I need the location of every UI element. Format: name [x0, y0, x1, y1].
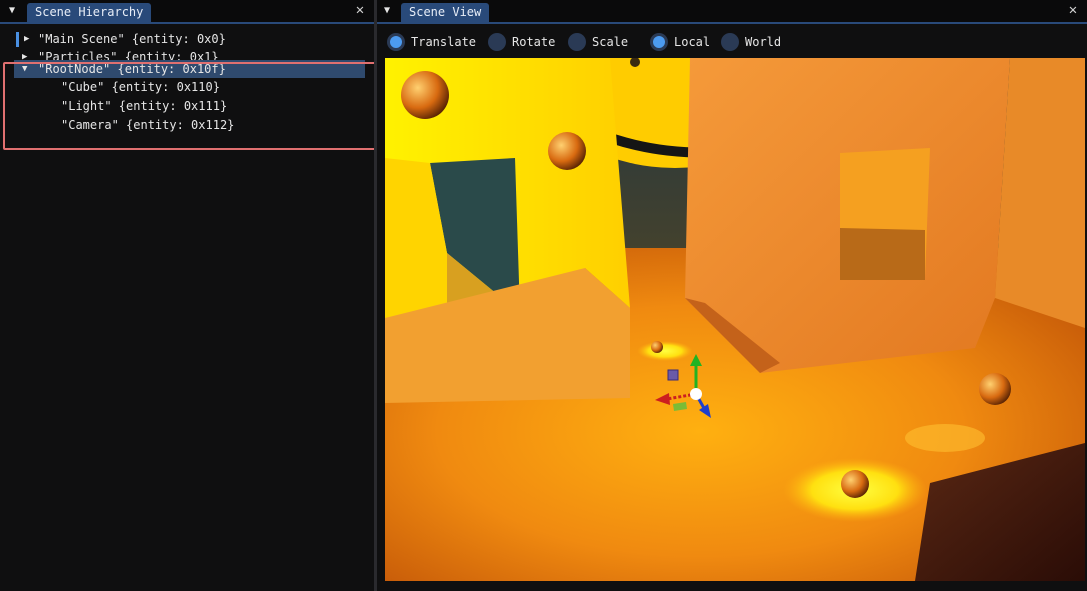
radio-button-icon[interactable] — [387, 33, 405, 51]
collapse-menu-icon[interactable]: ▼ — [9, 4, 22, 17]
tab-scene-view[interactable]: Scene View — [401, 3, 490, 22]
radio-label: Translate — [411, 35, 477, 49]
tree-item-label: "Particles" {entity: 0x1} — [38, 50, 219, 60]
expand-arrow-icon[interactable]: ▶ — [22, 48, 27, 60]
highlight-frame — [3, 62, 378, 150]
radio-label: Local — [674, 35, 711, 49]
tree-item-label: "Main Scene" {entity: 0x0} — [38, 32, 226, 46]
tab-scene-hierarchy[interactable]: Scene Hierarchy — [27, 3, 152, 22]
collapse-menu-icon[interactable]: ▼ — [384, 4, 397, 17]
close-icon[interactable]: ✕ — [352, 2, 368, 18]
scene-hierarchy-panel: ▼ Scene Hierarchy ✕ ▶ "Main Scene" {enti… — [0, 0, 378, 591]
close-icon[interactable]: ✕ — [1065, 2, 1081, 18]
scene-viewport[interactable] — [385, 58, 1085, 581]
radio-label: Rotate — [512, 35, 556, 49]
radio-label: World — [745, 35, 782, 49]
tree-item-particles[interactable]: ▶ "Particles" {entity: 0x1} — [0, 48, 374, 60]
gizmo-toolbar: Translate Rotate Scale Local World — [377, 32, 1087, 54]
expand-arrow-icon[interactable]: ▶ — [24, 30, 29, 49]
tab-label: Scene View — [409, 5, 482, 19]
nav-cursor — [16, 32, 19, 47]
radio-button-icon[interactable] — [568, 33, 586, 51]
scene-view-panel: ▼ Scene View ✕ Translate Rotate Scale Lo… — [377, 0, 1087, 591]
radio-button-icon[interactable] — [488, 33, 506, 51]
tree-item-main-scene[interactable]: ▶ "Main Scene" {entity: 0x0} — [0, 30, 374, 48]
hierarchy-titlebar: ▼ Scene Hierarchy ✕ — [0, 0, 374, 24]
scene-view-titlebar: ▼ Scene View ✕ — [377, 0, 1087, 24]
tab-label: Scene Hierarchy — [35, 5, 144, 19]
radio-label: Scale — [592, 35, 629, 49]
radio-button-icon[interactable] — [650, 33, 668, 51]
radio-button-icon[interactable] — [721, 33, 739, 51]
rendered-scene — [385, 58, 1085, 581]
